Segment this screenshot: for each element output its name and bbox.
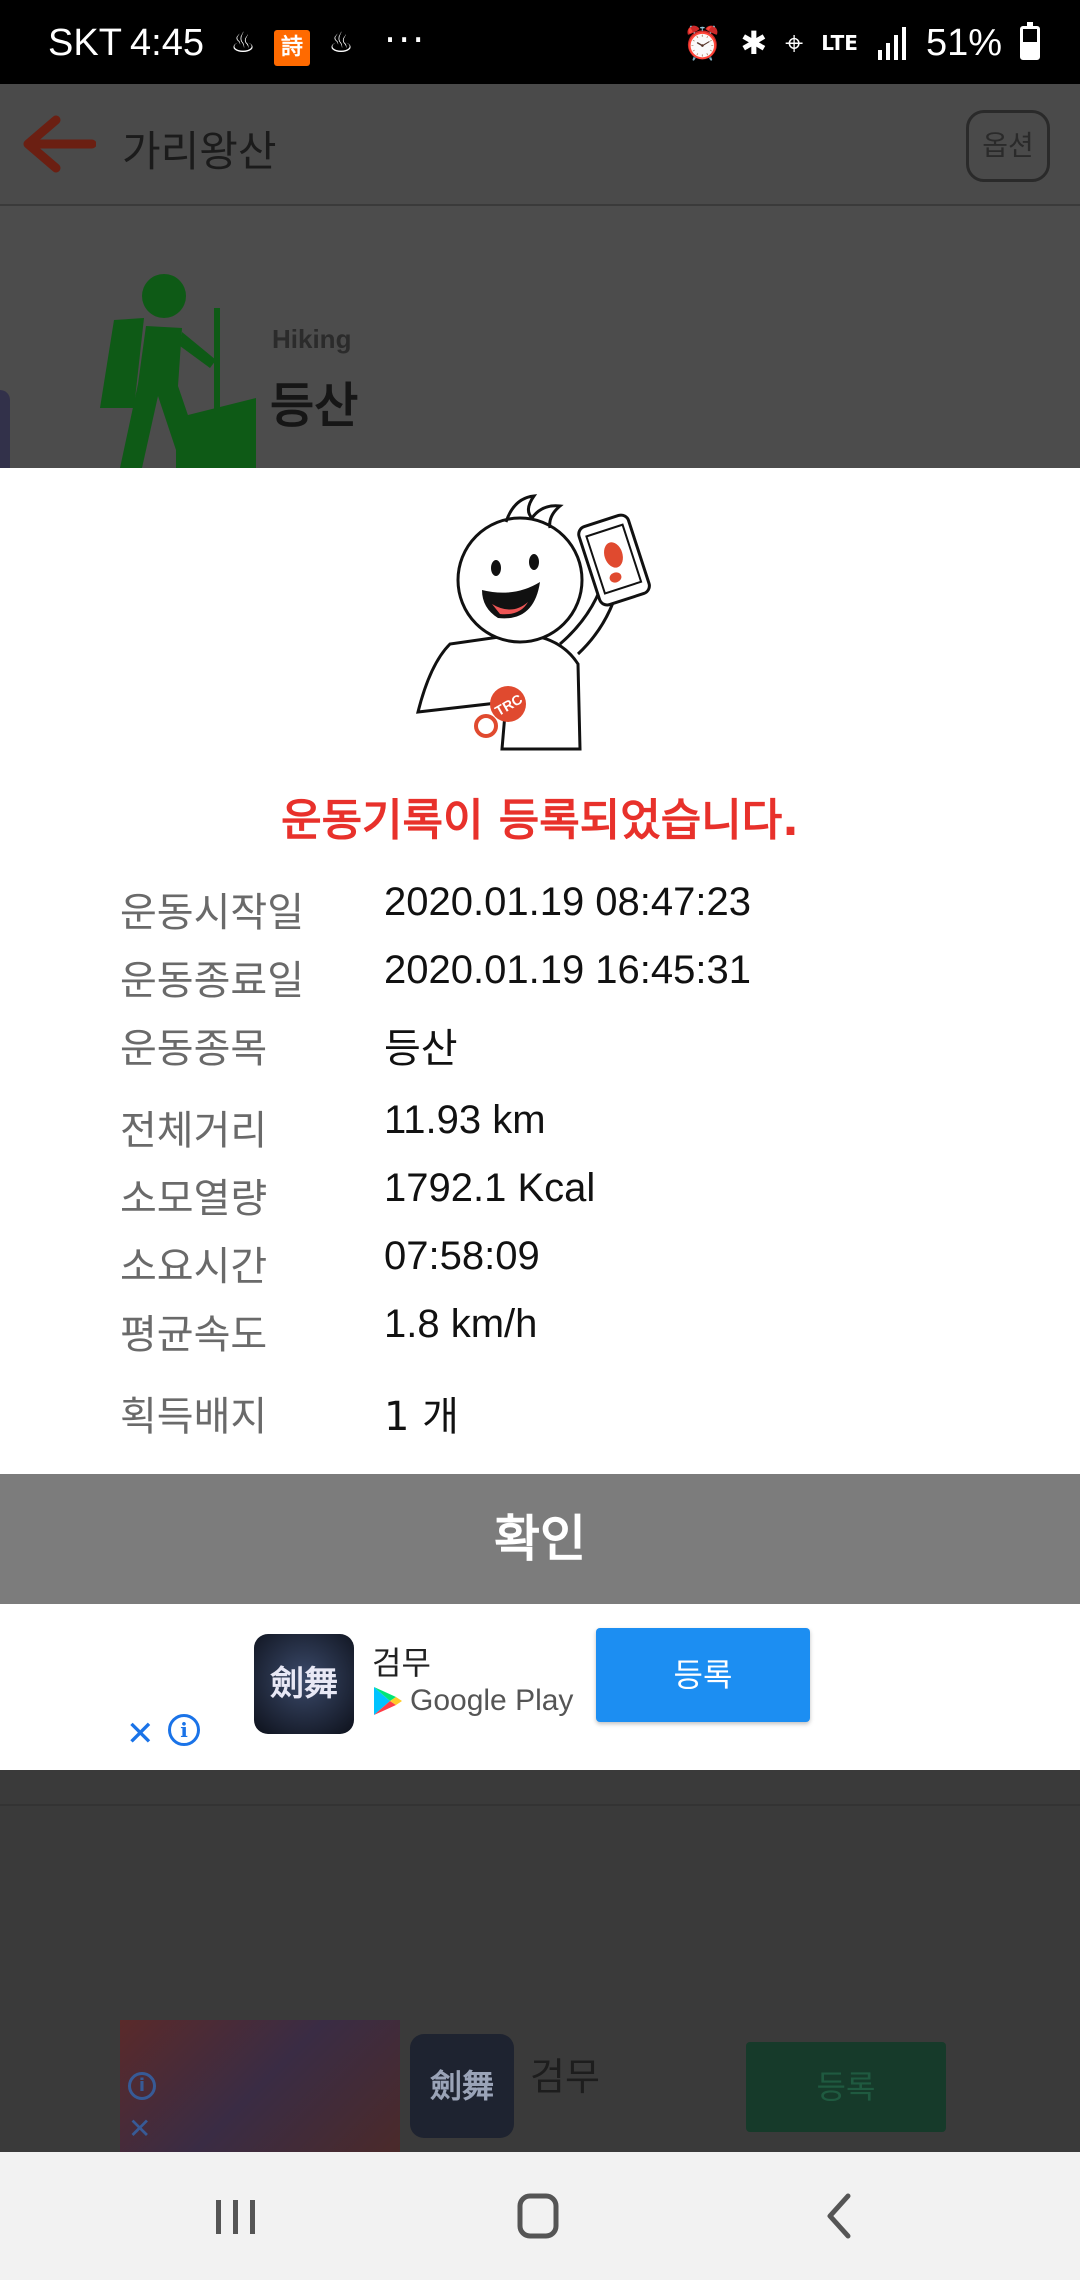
back-icon[interactable]	[800, 2182, 880, 2250]
ad-banner[interactable]: ✕ i 劍舞 검무 Google Play 등록	[0, 1604, 1080, 1770]
record-value: 2020.01.19 16:45:31	[384, 948, 752, 992]
home-icon[interactable]	[498, 2182, 578, 2250]
record-label: 소요시간	[120, 1244, 268, 1290]
activity-subtitle: Hiking	[272, 324, 352, 354]
record-value: 1.8 km/h	[384, 1302, 538, 1346]
divider	[0, 1804, 1080, 1806]
record-value: 등산	[384, 1026, 458, 1072]
lte-icon: LTE	[821, 31, 858, 55]
background-ad-app-icon: 劍舞	[410, 2034, 514, 2138]
record-row-duration: 소요시간 07:58:09	[120, 1234, 960, 1290]
record-label: 평균속도	[120, 1312, 268, 1358]
record-row-end: 운동종료일 2020.01.19 16:45:31	[120, 948, 960, 1004]
record-label: 운동시작일	[120, 890, 304, 936]
dialog-headline: 운동기록이 등록되었습니다.	[281, 795, 799, 846]
page-title: 가리왕산	[122, 127, 277, 176]
record-value: 2020.01.19 08:47:23	[384, 880, 752, 924]
record-row-start: 운동시작일 2020.01.19 08:47:23	[120, 880, 960, 936]
signal-icon	[877, 27, 906, 60]
ad-install-button[interactable]: 등록	[596, 1628, 810, 1722]
ad-info-icon[interactable]: i	[168, 1714, 200, 1746]
options-button[interactable]: 옵션	[966, 110, 1050, 182]
status-bar: SKT 4:45 ♨ 詩 ♨ ··· ⏰ ✱ ⌖ LTE 51%	[0, 0, 1080, 84]
app-bar: 가리왕산 옵션	[0, 84, 1080, 206]
record-value: 11.93 km	[384, 1098, 546, 1142]
ad-app-name[interactable]: 검무	[372, 1638, 431, 1684]
confirm-button[interactable]: 확인	[0, 1474, 1080, 1604]
background-ad-app-name: 검무	[530, 2055, 600, 2099]
ad-app-icon[interactable]: 劍舞	[254, 1634, 354, 1734]
battery-icon	[1020, 22, 1040, 60]
app-notification-icon: ♨	[230, 26, 256, 59]
record-row-calories: 소모열량 1792.1 Kcal	[120, 1166, 960, 1222]
mascot-illustration: TRC	[416, 494, 651, 751]
ad-store-name: Google Play	[410, 1684, 574, 1717]
notification-badge-icon: 詩	[274, 30, 310, 66]
recent-apps-icon[interactable]	[196, 2182, 276, 2250]
record-row-speed: 평균속도 1.8 km/h	[120, 1302, 960, 1358]
hiker-icon	[100, 274, 256, 468]
record-label: 소모열량	[120, 1176, 268, 1222]
record-saved-dialog: TRC 운동기록이 등록되었습니다. 운동시작일 2020.01.19 08:4…	[0, 468, 1080, 1770]
more-notifications-icon: ···	[384, 18, 427, 62]
background-ad-info-icon: i	[128, 2072, 156, 2100]
background-ad-close-icon: ✕	[128, 2112, 152, 2145]
background-lower-area: i ✕ 劍舞 검무 등록	[0, 1770, 1080, 2152]
record-label: 획득배지	[120, 1394, 268, 1440]
clock: 4:45	[130, 22, 204, 64]
back-arrow-icon[interactable]	[22, 114, 96, 174]
record-label: 운동종료일	[120, 958, 304, 1004]
record-value: 07:58:09	[384, 1234, 540, 1278]
record-value: 1792.1 Kcal	[384, 1166, 596, 1210]
carrier-label: SKT	[48, 22, 122, 64]
background-ad-install-button: 등록	[746, 2042, 946, 2132]
record-row-distance: 전체거리 11.93 km	[120, 1098, 960, 1154]
activity-title: 등산	[270, 378, 359, 434]
ad-close-icon[interactable]: ✕	[126, 1714, 155, 1754]
background-ad-image	[120, 2020, 400, 2152]
record-row-badges: 획득배지 1 개	[120, 1384, 960, 1440]
alarm-icon: ⏰	[682, 24, 723, 62]
record-row-activity: 운동종목 등산	[120, 1016, 960, 1072]
bluetooth-icon: ✱	[740, 24, 768, 62]
record-label: 전체거리	[120, 1108, 268, 1154]
ad-store-label: Google Play	[372, 1684, 573, 1718]
system-nav-bar	[0, 2152, 1080, 2280]
battery-percent: 51%	[925, 21, 1002, 64]
google-play-icon	[374, 1687, 402, 1715]
system-icons: ⏰ ✱ ⌖ LTE 51%	[682, 21, 1040, 64]
record-value: 1 개	[384, 1394, 459, 1440]
location-icon: ⌖	[785, 24, 804, 62]
record-label: 운동종목	[120, 1026, 268, 1072]
activity-header-background: Hiking 등산	[0, 206, 1080, 468]
app-notification-icon: ♨	[328, 26, 354, 59]
background-ad-banner: i ✕ 劍舞 검무 등록	[0, 2020, 1080, 2152]
